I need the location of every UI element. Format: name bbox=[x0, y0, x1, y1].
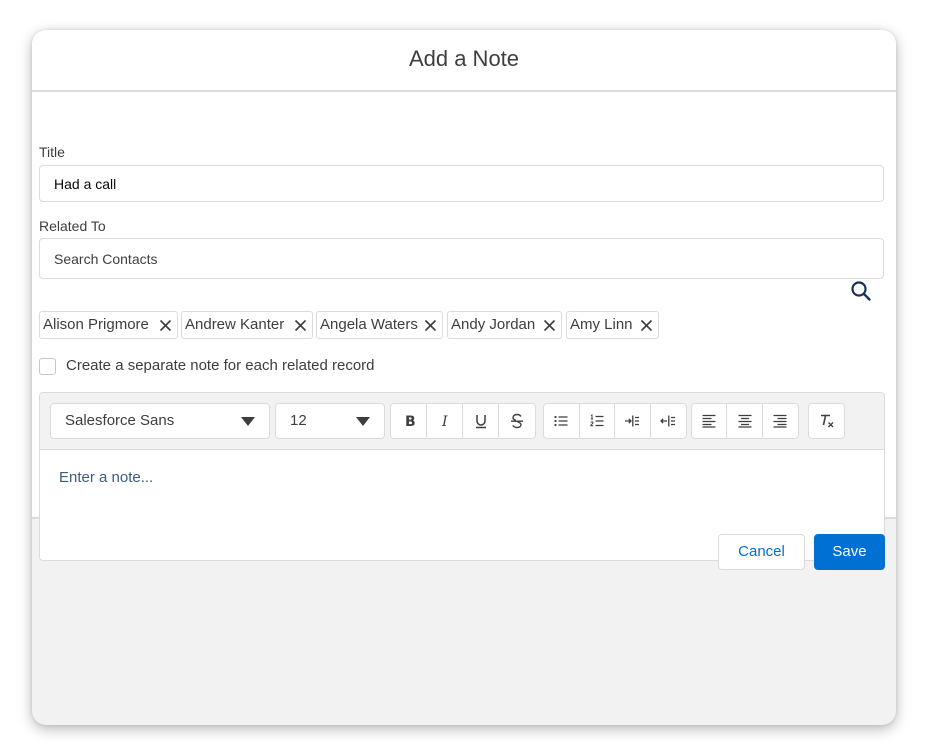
align-right-icon bbox=[773, 414, 787, 428]
title-label: Title bbox=[39, 144, 65, 160]
strikethrough-button[interactable] bbox=[499, 404, 535, 438]
editor-toolbar: Salesforce Sans 12 B I bbox=[40, 393, 884, 450]
remove-pill-icon[interactable] bbox=[294, 319, 307, 332]
pill-label: Angela Waters bbox=[320, 316, 418, 333]
related-pill: Andy Jordan bbox=[447, 311, 562, 339]
align-left-button[interactable] bbox=[692, 404, 728, 438]
separate-note-checkbox[interactable] bbox=[39, 358, 56, 375]
alignment-group bbox=[691, 403, 799, 439]
search-contacts-input[interactable] bbox=[39, 238, 884, 279]
title-input[interactable] bbox=[39, 165, 884, 202]
numbered-list-button[interactable] bbox=[580, 404, 615, 438]
svg-text:B: B bbox=[405, 414, 416, 429]
clear-formatting-icon bbox=[820, 414, 833, 428]
text-style-group: B I bbox=[390, 403, 536, 439]
remove-pill-icon[interactable] bbox=[159, 319, 172, 332]
clear-formatting-button[interactable] bbox=[809, 404, 844, 438]
numbered-list-icon bbox=[590, 414, 604, 427]
modal-title: Add a Note bbox=[408, 46, 520, 71]
font-size-value: 12 bbox=[290, 412, 307, 429]
align-right-button[interactable] bbox=[763, 404, 798, 438]
underline-button[interactable] bbox=[463, 404, 499, 438]
outdent-button[interactable] bbox=[651, 404, 686, 438]
save-button[interactable]: Save bbox=[814, 534, 885, 570]
clear-formatting-group bbox=[808, 403, 845, 439]
related-pill: Alison Prigmore bbox=[39, 311, 178, 339]
bold-icon: B bbox=[405, 414, 416, 429]
remove-pill-icon[interactable] bbox=[640, 319, 653, 332]
align-center-button[interactable] bbox=[727, 404, 763, 438]
related-to-label: Related To bbox=[39, 218, 106, 234]
list-indent-group bbox=[543, 403, 687, 439]
chevron-down-icon bbox=[241, 417, 255, 426]
font-family-value: Salesforce Sans bbox=[65, 412, 175, 429]
font-size-select[interactable]: 12 bbox=[275, 403, 385, 439]
indent-icon bbox=[625, 415, 640, 427]
chevron-down-icon bbox=[356, 417, 370, 426]
note-placeholder: Enter a note... bbox=[59, 469, 154, 486]
pill-label: Amy Linn bbox=[570, 316, 633, 333]
remove-pill-icon[interactable] bbox=[424, 319, 437, 332]
indent-button[interactable] bbox=[615, 404, 651, 438]
italic-button[interactable]: I bbox=[427, 404, 463, 438]
separate-note-label: Create a separate note for each related … bbox=[66, 357, 375, 374]
pill-label: Alison Prigmore bbox=[43, 316, 149, 333]
pill-label: Andrew Kanter bbox=[185, 316, 285, 333]
align-left-icon bbox=[702, 414, 716, 428]
cancel-button[interactable]: Cancel bbox=[718, 534, 805, 570]
pill-label: Andy Jordan bbox=[451, 316, 536, 333]
underline-icon bbox=[475, 415, 486, 429]
bold-button[interactable]: B bbox=[391, 404, 427, 438]
strikethrough-icon bbox=[511, 413, 523, 429]
svg-text:I: I bbox=[441, 414, 448, 429]
related-pill: Andrew Kanter bbox=[181, 311, 313, 339]
modal-header: Add a Note bbox=[32, 30, 896, 92]
modal-body: Title Related To Alison Prigmore Andrew … bbox=[32, 92, 896, 561]
remove-pill-icon[interactable] bbox=[543, 319, 556, 332]
align-center-icon bbox=[738, 414, 752, 428]
related-pill: Angela Waters bbox=[316, 311, 443, 339]
search-icon[interactable] bbox=[850, 280, 872, 302]
bulleted-list-icon bbox=[554, 415, 568, 427]
add-note-modal: Add a Note Title Related To Alison Prigm… bbox=[32, 30, 896, 725]
italic-icon: I bbox=[441, 414, 448, 429]
outdent-icon bbox=[660, 415, 676, 427]
bulleted-list-button[interactable] bbox=[544, 404, 580, 438]
related-pill: Amy Linn bbox=[566, 311, 659, 339]
font-family-select[interactable]: Salesforce Sans bbox=[50, 403, 270, 439]
note-body-input[interactable]: Enter a note... bbox=[59, 469, 153, 486]
